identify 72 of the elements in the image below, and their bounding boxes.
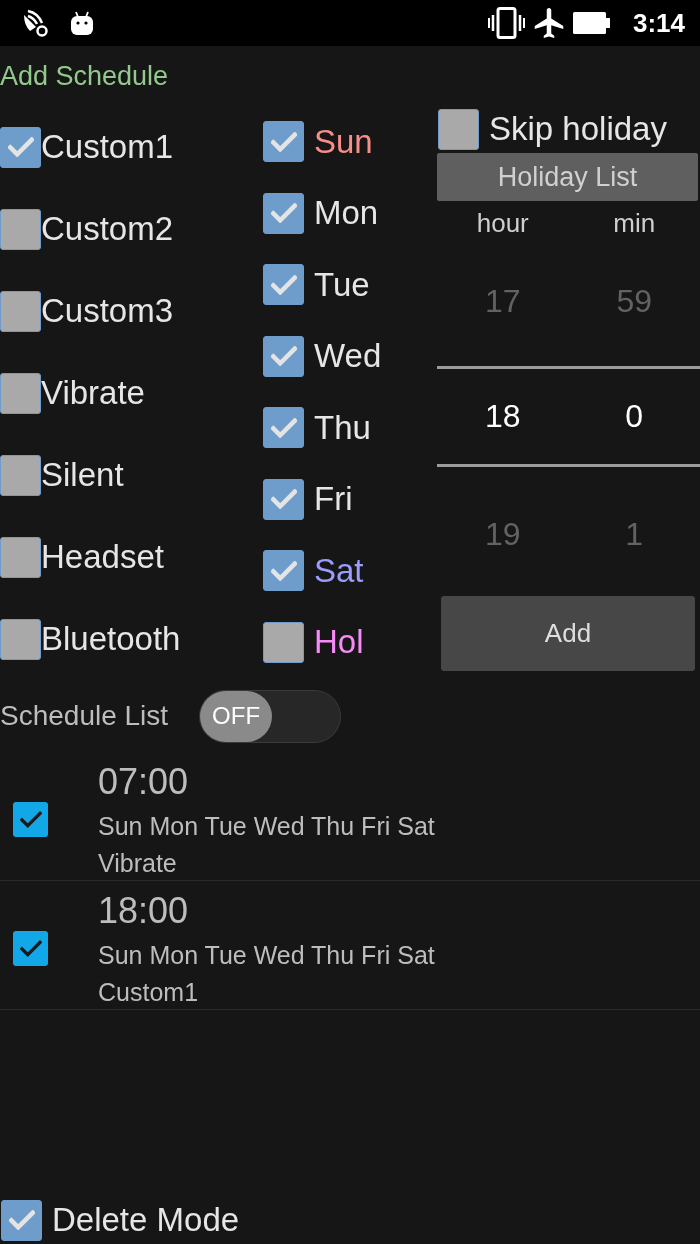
picker-value[interactable]: 1	[625, 515, 644, 553]
screen-title: Add Schedule	[0, 60, 169, 93]
check-icon	[270, 274, 297, 295]
checkbox[interactable]	[263, 478, 304, 520]
add-button[interactable]: Add	[441, 596, 695, 671]
option-label: Vibrate	[41, 374, 145, 412]
checkbox[interactable]	[263, 335, 304, 377]
picker-selected-value[interactable]: 0	[625, 398, 644, 435]
picker-column-label: hour	[476, 207, 529, 239]
clock-time: 3:14	[632, 7, 685, 39]
picker-value[interactable]: 17	[484, 283, 521, 320]
checkbox[interactable]	[0, 454, 41, 496]
checkbox[interactable]	[263, 407, 304, 449]
battery-icon	[572, 12, 610, 34]
checkbox[interactable]	[1, 1199, 42, 1241]
day-label: Thu	[314, 408, 371, 447]
picker-value[interactable]: 19	[484, 515, 521, 553]
day-label: Sat	[314, 551, 364, 590]
checkbox[interactable]	[0, 372, 41, 414]
option-label: Headset	[41, 538, 164, 576]
check-icon	[8, 1210, 35, 1230]
checkbox[interactable]	[0, 126, 41, 168]
robot-icon	[70, 11, 94, 35]
checkbox[interactable]	[438, 108, 479, 150]
day-label: Wed	[314, 337, 382, 376]
option-label: Skip holiday	[489, 110, 667, 148]
option-label: Silent	[41, 456, 124, 494]
check-icon	[7, 137, 34, 157]
day-label: Sun	[314, 122, 373, 161]
day-label: Mon	[314, 194, 379, 233]
check-icon	[270, 489, 297, 510]
checkbox[interactable]	[263, 192, 304, 234]
holiday-list-button[interactable]: Holiday List	[437, 153, 698, 201]
picker-selected-value[interactable]: 18	[484, 398, 521, 435]
checkbox[interactable]	[0, 290, 41, 332]
checkbox[interactable]	[263, 121, 304, 163]
check-icon	[19, 939, 42, 957]
check-icon	[270, 346, 297, 367]
schedule-days: Sun Mon Tue Wed Thu Fri Sat	[98, 804, 435, 848]
checkbox[interactable]	[263, 264, 304, 306]
schedule-time: 18:00	[98, 889, 189, 933]
checkbox[interactable]	[263, 550, 304, 592]
check-icon	[270, 417, 297, 438]
checkbox[interactable]	[13, 930, 48, 966]
option-label: Custom2	[41, 210, 174, 248]
day-label: Hol	[314, 623, 364, 662]
option-label: Bluetooth	[41, 620, 181, 658]
checkbox[interactable]	[0, 208, 41, 250]
option-label: Custom3	[41, 292, 174, 330]
day-label: Tue	[314, 265, 370, 304]
checkbox[interactable]	[0, 536, 41, 578]
signal-ring-icon	[22, 9, 48, 37]
check-icon	[19, 810, 42, 828]
day-label: Fri	[314, 480, 353, 519]
option-label: Delete Mode	[52, 1201, 240, 1239]
schedule-mode: Vibrate	[98, 848, 177, 878]
section-label: Schedule List	[0, 700, 169, 732]
check-icon	[270, 560, 297, 581]
checkbox[interactable]	[13, 801, 48, 837]
check-icon	[270, 131, 297, 152]
schedule-time: 07:00	[98, 760, 189, 804]
checkbox[interactable]	[263, 621, 304, 663]
picker-value[interactable]: 59	[616, 283, 653, 320]
vibrate-icon	[487, 7, 525, 39]
option-label: Custom1	[41, 128, 174, 166]
schedule-mode: Custom1	[98, 977, 199, 1007]
picker-column-label: min	[613, 207, 656, 239]
toggle-switch[interactable]: OFF	[199, 689, 342, 743]
schedule-days: Sun Mon Tue Wed Thu Fri Sat	[98, 933, 435, 977]
airplane-icon	[533, 8, 564, 38]
check-icon	[270, 203, 297, 224]
checkbox[interactable]	[0, 618, 41, 660]
